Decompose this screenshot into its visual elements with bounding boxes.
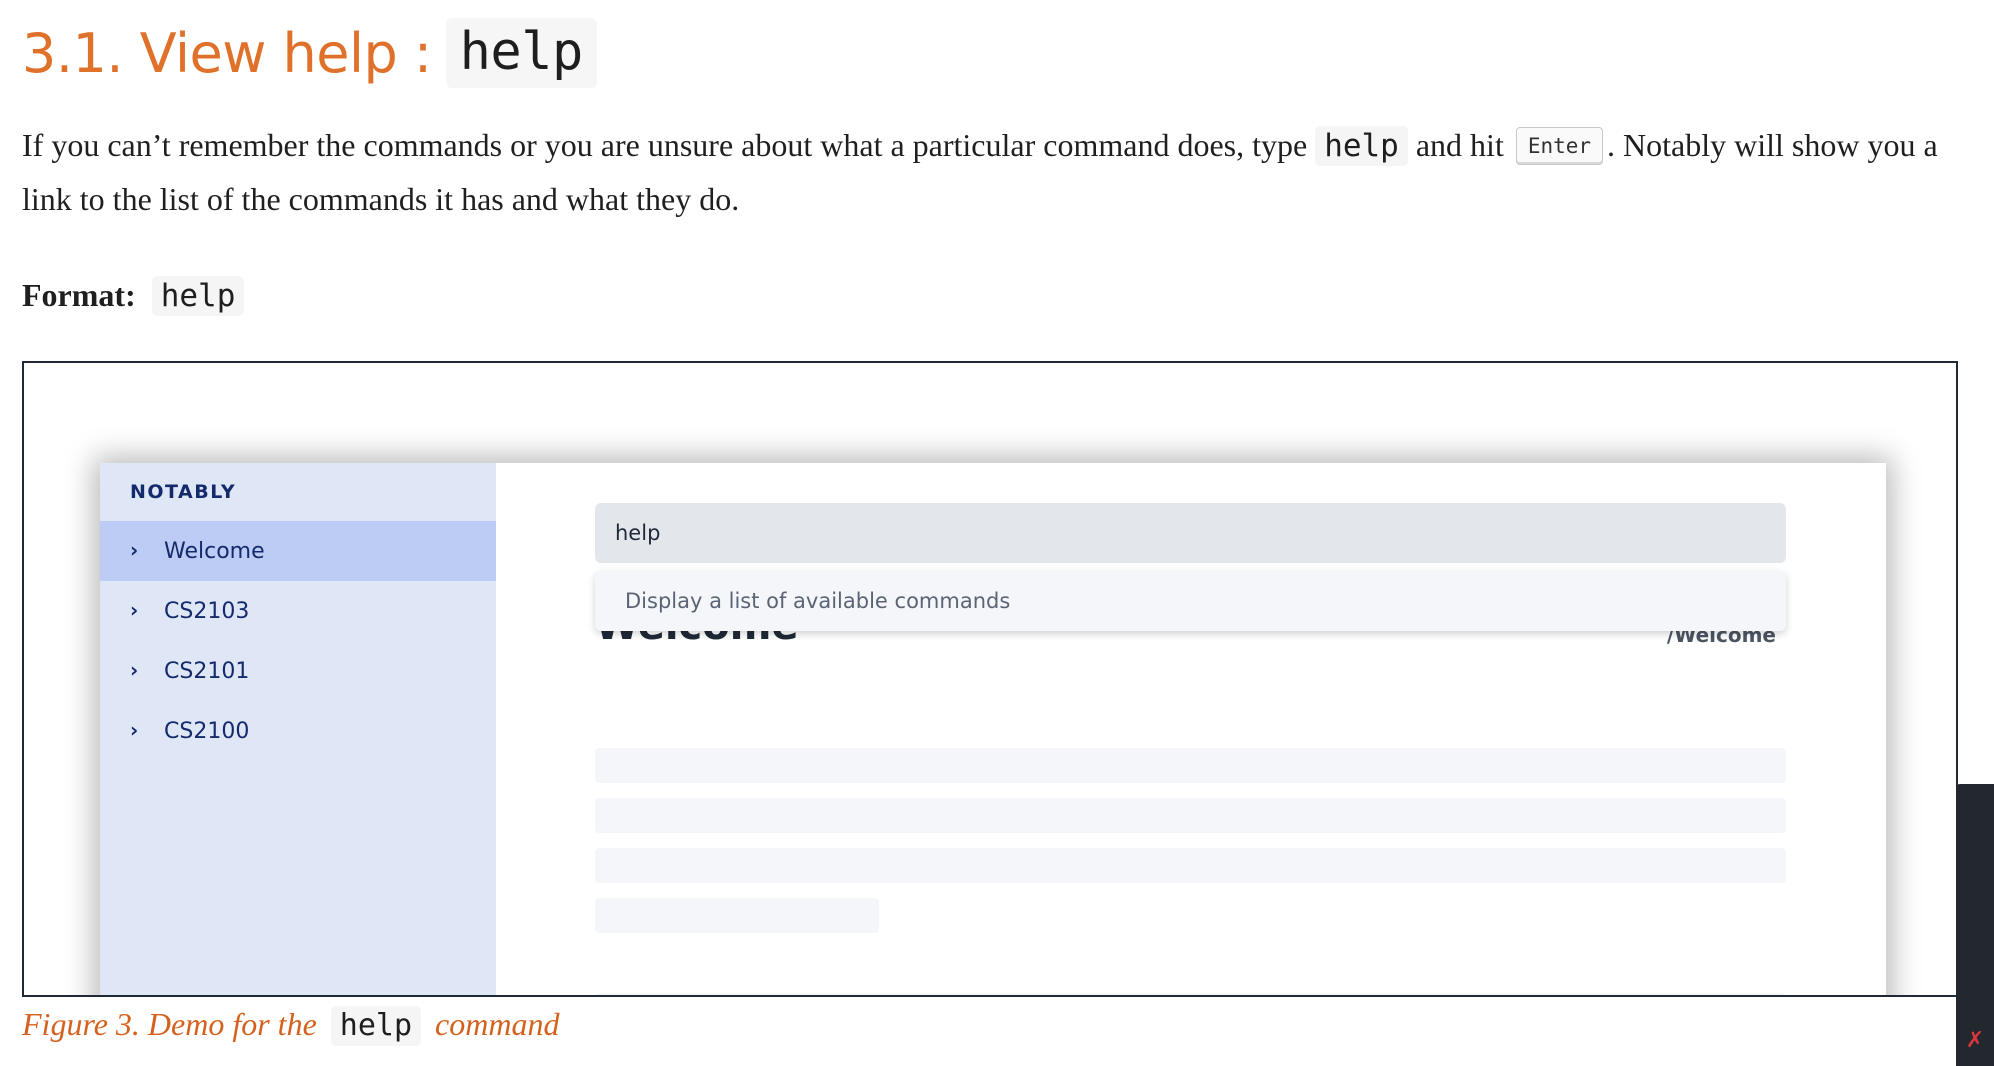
mic-off-icon[interactable]: ✗ (1962, 1028, 1988, 1054)
paragraph-text-1: If you can’t remember the commands or yo… (22, 127, 1308, 163)
heading-text: 3.1. View help : (22, 21, 432, 85)
floating-widget[interactable]: ✗ (1956, 784, 1994, 1066)
sidebar-item-cs2103[interactable]: › CS2103 (100, 581, 496, 641)
sidebar: NOTABLY › Welcome › CS2103 › CS2101 › CS2100 (100, 463, 496, 995)
brand-title: NOTABLY (130, 481, 237, 503)
figure-caption: Figure 3. Demo for the help command (22, 1000, 559, 1048)
format-label: Format: (22, 277, 136, 313)
paragraph-text-2: and hit (1415, 127, 1504, 163)
chevron-right-icon: › (130, 598, 139, 622)
main-panel: Welcome /Welcome Display a list of avail… (496, 463, 1886, 995)
chevron-right-icon: › (130, 538, 139, 562)
sidebar-item-cs2100[interactable]: › CS2100 (100, 701, 496, 761)
sidebar-item-label: CS2100 (164, 718, 250, 744)
inline-code-help: help (1315, 126, 1408, 166)
heading-code: help (445, 18, 597, 88)
sidebar-item-welcome[interactable]: › Welcome (100, 521, 496, 581)
command-input[interactable] (595, 503, 1786, 563)
command-suggestion[interactable]: Display a list of available commands (595, 571, 1786, 631)
caption-text-2: command (435, 1006, 560, 1042)
skeleton-line (595, 748, 1786, 783)
enter-key: Enter (1515, 127, 1604, 165)
sidebar-item-cs2101[interactable]: › CS2101 (100, 641, 496, 701)
suggestion-text: Display a list of available commands (625, 589, 1011, 613)
section-heading: 3.1. View help : help (22, 18, 597, 88)
sidebar-item-label: CS2101 (164, 658, 250, 684)
sidebar-nav: › Welcome › CS2103 › CS2101 › CS2100 (100, 521, 496, 761)
chevron-right-icon: › (130, 718, 139, 742)
caption-code: help (330, 1006, 422, 1046)
sidebar-item-label: CS2103 (164, 598, 250, 624)
app-window: NOTABLY › Welcome › CS2103 › CS2101 › CS2100 We… (100, 463, 1886, 995)
format-line: Format: help (22, 268, 245, 322)
skeleton-line (595, 848, 1786, 883)
format-code: help (151, 276, 245, 316)
description-paragraph: If you can’t remember the commands or yo… (22, 118, 1972, 226)
skeleton-line (595, 898, 879, 933)
chevron-right-icon: › (130, 658, 139, 682)
figure-frame: NOTABLY › Welcome › CS2103 › CS2101 › CS2100 We… (22, 361, 1958, 997)
skeleton-line (595, 993, 1786, 995)
skeleton-line (595, 798, 1786, 833)
sidebar-item-label: Welcome (164, 538, 265, 564)
caption-text-1: Figure 3. Demo for the (22, 1006, 317, 1042)
